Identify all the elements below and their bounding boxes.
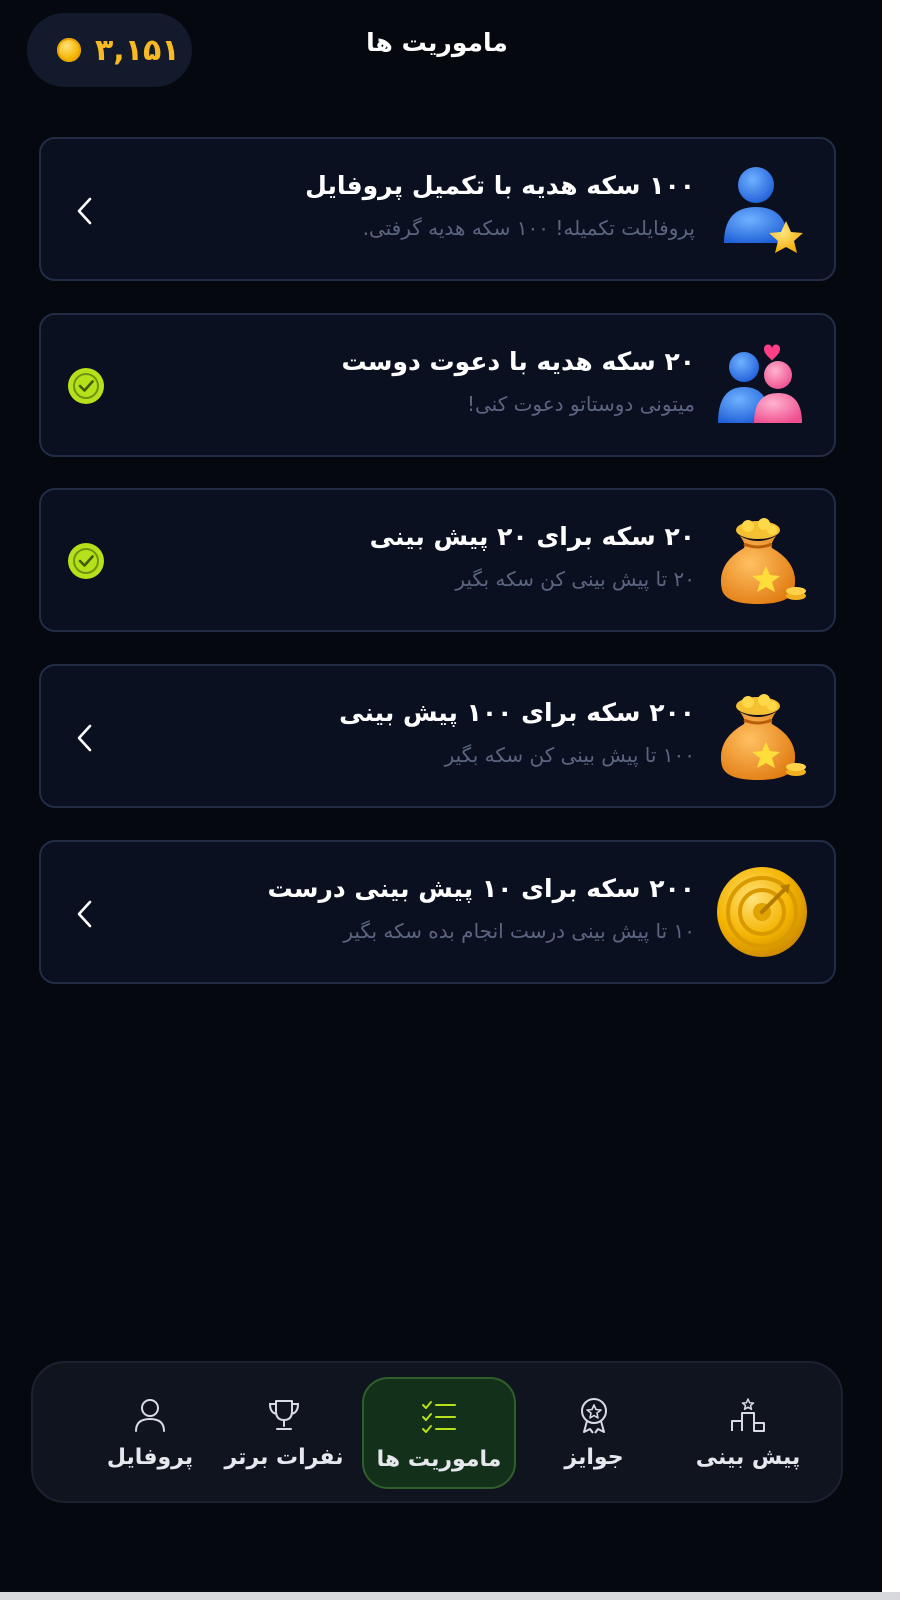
mission-title: ۲۰ سکه برای ۲۰ پیش بینی xyxy=(369,522,695,551)
mission-title: ۲۰۰ سکه برای ۱۰ پیش بینی درست xyxy=(267,874,695,903)
mission-title: ۱۰۰ سکه هدیه با تکمیل پروفایل xyxy=(305,171,695,200)
user-star-icon xyxy=(724,167,803,253)
mission-subtitle: پروفایلت تکمیله! ۱۰۰ سکه هدیه گرفتی. xyxy=(362,216,695,240)
completed-check-icon xyxy=(68,368,104,404)
coin-balance[interactable]: ۳,۱۵۱ xyxy=(27,13,192,87)
mission-text: ۲۰۰ سکه برای ۱۰۰ پیش بینی ۱۰۰ تا پیش بین… xyxy=(339,698,695,767)
mission-subtitle: میتونی دوستاتو دعوت کنی! xyxy=(466,392,695,416)
page-title: ماموریت ها xyxy=(366,28,508,57)
trophy-icon xyxy=(268,1400,300,1430)
mission-text: ۲۰۰ سکه برای ۱۰ پیش بینی درست ۱۰ تا پیش … xyxy=(267,874,695,943)
award-badge-icon xyxy=(581,1398,607,1434)
mission-title: ۲۰۰ سکه برای ۱۰۰ پیش بینی xyxy=(339,698,695,727)
mission-subtitle: ۱۰۰ تا پیش بینی کن سکه بگیر xyxy=(444,743,695,767)
mission-text: ۲۰ سکه هدیه با دعوت دوست میتونی دوستاتو … xyxy=(341,347,695,416)
screen-edge xyxy=(0,1592,900,1600)
nav-item-missions[interactable]: ماموریت ها xyxy=(362,1377,516,1489)
screen-edge xyxy=(882,0,900,1592)
nav-item-profile[interactable]: پروفایل xyxy=(73,1377,227,1489)
coin-amount: ۳,۱۵۱ xyxy=(95,32,180,68)
app-screen: ۳,۱۵۱ ماموریت ها ۱۰۰ سکه هدیه با تکمیل پ… xyxy=(0,0,882,1592)
nav-item-leaderboard[interactable]: نفرات برتر xyxy=(207,1377,361,1489)
target-coin-icon xyxy=(717,867,807,957)
nav-label: پیش بینی xyxy=(695,1445,801,1470)
coin-icon xyxy=(57,38,81,62)
nav-label: جوایز xyxy=(564,1445,624,1470)
nav-label: پروفایل xyxy=(106,1445,194,1470)
mission-text: ۲۰ سکه برای ۲۰ پیش بینی ۲۰ تا پیش بینی ک… xyxy=(370,522,695,591)
nav-item-prizes[interactable]: جوایز xyxy=(517,1377,671,1489)
mission-subtitle: ۱۰ تا پیش بینی درست انجام بده سکه بگیر xyxy=(343,919,695,943)
coin-bag-icon xyxy=(720,694,806,780)
chevron-left-icon[interactable] xyxy=(75,899,95,929)
podium-icon xyxy=(731,1398,765,1432)
mission-card[interactable]: ۱۰۰ سکه هدیه با تکمیل پروفایل پروفایلت ت… xyxy=(39,137,836,281)
nav-label: نفرات برتر xyxy=(224,1445,344,1470)
nav-item-predictions[interactable]: پیش بینی xyxy=(671,1377,825,1489)
checklist-icon xyxy=(422,1401,456,1433)
mission-card[interactable]: ۲۰۰ سکه برای ۱۰ پیش بینی درست ۱۰ تا پیش … xyxy=(39,840,836,984)
mission-title: ۲۰ سکه هدیه با دعوت دوست xyxy=(341,347,695,376)
mission-card[interactable]: ۲۰ سکه برای ۲۰ پیش بینی ۲۰ تا پیش بینی ک… xyxy=(39,488,836,632)
bottom-navigation: پروفایل نفرات برتر ماموریت ها جوایز پیش … xyxy=(31,1361,843,1503)
coin-bag-icon xyxy=(720,518,806,604)
completed-check-icon xyxy=(68,543,104,579)
mission-text: ۱۰۰ سکه هدیه با تکمیل پروفایل پروفایلت ت… xyxy=(305,171,695,240)
mission-subtitle: ۲۰ تا پیش بینی کن سکه بگیر xyxy=(455,567,695,591)
chevron-left-icon[interactable] xyxy=(75,196,95,226)
nav-label: ماموریت ها xyxy=(376,1447,502,1472)
user-icon xyxy=(135,1399,165,1432)
mission-card[interactable]: ۲۰۰ سکه برای ۱۰۰ پیش بینی ۱۰۰ تا پیش بین… xyxy=(39,664,836,808)
mission-card[interactable]: ۲۰ سکه هدیه با دعوت دوست میتونی دوستاتو … xyxy=(39,313,836,457)
chevron-left-icon[interactable] xyxy=(75,723,95,753)
friends-heart-icon xyxy=(718,344,802,423)
